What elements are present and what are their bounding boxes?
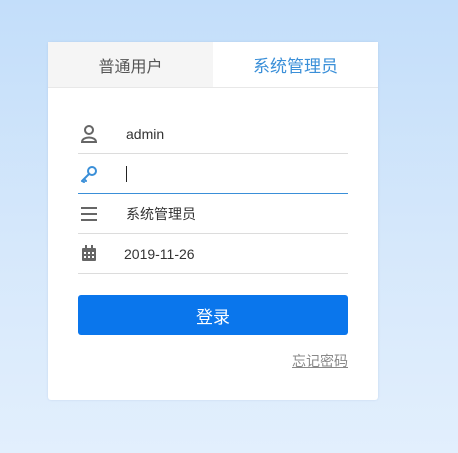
login-button[interactable]: 登录 <box>78 295 348 335</box>
tab-system-admin-label: 系统管理员 <box>253 57 338 76</box>
user-icon <box>78 123 100 145</box>
calendar-icon <box>78 243 100 265</box>
date-field[interactable]: 2019-11-26 <box>78 234 348 274</box>
tab-system-admin[interactable]: 系统管理员 <box>213 42 378 87</box>
tab-regular-user-label: 普通用户 <box>98 58 163 76</box>
forgot-password-link[interactable]: 忘记密码 <box>78 351 348 371</box>
username-value: admin <box>126 125 165 142</box>
username-field[interactable]: admin <box>78 114 348 154</box>
login-card: 普通用户 系统管理员 admin 系统管理员 2019-11-26 登录 忘记密… <box>48 42 378 400</box>
key-icon <box>78 163 100 185</box>
login-tabs: 普通用户 系统管理员 <box>48 42 378 88</box>
password-field[interactable] <box>78 154 348 194</box>
menu-icon <box>78 203 100 225</box>
role-value: 系统管理员 <box>126 205 196 222</box>
role-field[interactable]: 系统管理员 <box>78 194 348 234</box>
login-form: admin 系统管理员 2019-11-26 登录 忘记密码 <box>48 114 378 371</box>
date-value: 2019-11-26 <box>124 245 195 262</box>
tab-regular-user[interactable]: 普通用户 <box>48 42 213 87</box>
password-caret <box>126 165 127 182</box>
